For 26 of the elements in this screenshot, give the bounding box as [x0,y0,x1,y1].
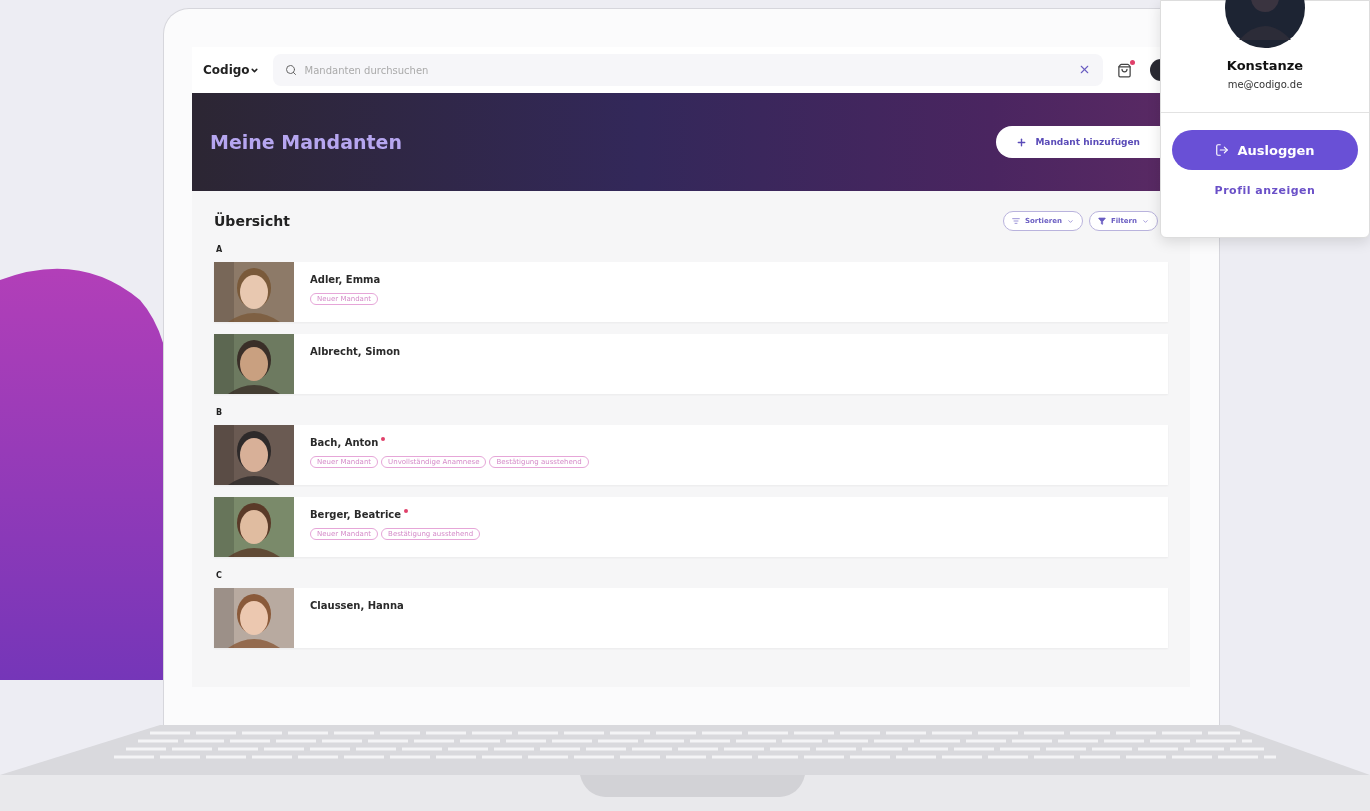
bag-icon[interactable] [1116,62,1132,78]
logout-button[interactable]: Ausloggen [1172,130,1358,170]
filter-icon [1097,217,1106,225]
client-name: Berger, Beatrice [310,509,402,520]
client-name: Albrecht, Simon [310,346,401,357]
user-name: Konstanze [1226,58,1304,73]
chevron-icon [1066,217,1074,225]
client-name: Adler, Emma [310,274,381,285]
group-letter: C [216,571,223,580]
profile-link[interactable]: Profil anzeigen [1214,184,1316,197]
client-row[interactable]: Claussen, Hanna [214,588,1168,648]
group-letter: A [216,245,224,254]
user-email: me@codigo.de [1227,79,1303,90]
search-icon [284,64,297,76]
section-title: Übersicht [214,213,290,229]
chevron-icon [1142,217,1149,225]
plus-icon [1016,136,1028,148]
sort-icon [1011,217,1020,225]
search-field[interactable]: Mandanten durchsuchen [272,54,1103,86]
app-logo[interactable]: Codigo [203,63,259,77]
client-name: Claussen, Hanna [310,600,404,611]
logout-icon [1215,143,1230,157]
client-name: Bach, Anton [310,437,379,448]
group-letter: B [216,408,224,417]
page-title: Meine Mandanten [210,131,403,153]
client-row[interactable]: Albrecht, Simon [214,334,1168,394]
